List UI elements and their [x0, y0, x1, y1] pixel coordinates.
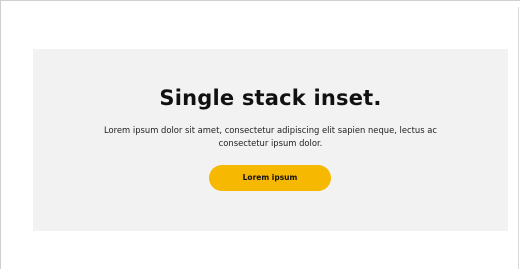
content-stack: Single stack inset. Lorem ipsum dolor si… [33, 49, 508, 231]
section-description: Lorem ipsum dolor sit amet, consectetur … [104, 125, 437, 148]
divider [518, 7, 519, 269]
section-heading: Single stack inset. [159, 86, 382, 110]
page-frame: Single stack inset. Lorem ipsum dolor si… [0, 0, 520, 269]
primary-button[interactable]: Lorem ipsum [209, 165, 331, 191]
inset-panel: Single stack inset. Lorem ipsum dolor si… [33, 49, 508, 231]
